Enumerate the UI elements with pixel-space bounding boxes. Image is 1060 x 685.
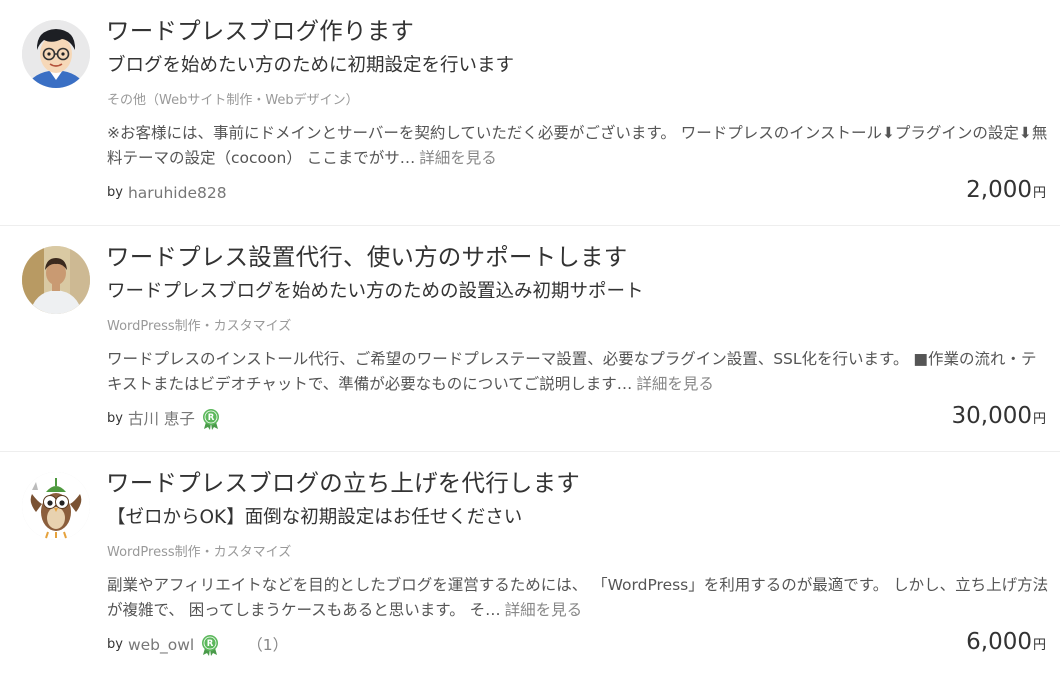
service-subtitle: ワードプレスブログを始めたい方のための設置込み初期サポート: [107, 281, 644, 302]
seller-name[interactable]: 古川 恵子: [128, 408, 195, 430]
badge-letter: R: [207, 639, 214, 649]
price-value: 2,000: [966, 177, 1032, 203]
seller-name[interactable]: haruhide828: [128, 182, 227, 204]
service-subtitle: ブログを始めたい方のために初期設定を行います: [107, 55, 515, 76]
seller-name[interactable]: web_owl: [128, 634, 194, 656]
rank-badge-icon: R: [200, 408, 222, 430]
service-card[interactable]: ワードプレス設置代行、使い方のサポートします ワードプレスブログを始めたい方のた…: [0, 226, 1060, 452]
service-description: ワードプレスのインストール代行、ご希望のワードプレステーマ設置、必要なプラグイン…: [107, 347, 1052, 397]
woman-photo-avatar-icon: [22, 246, 90, 314]
seller-info: by 古川 恵子 R: [107, 408, 222, 430]
by-label: by: [107, 411, 123, 426]
price: 2,000円: [966, 174, 1046, 210]
service-category: WordPress制作・カスタマイズ: [107, 545, 292, 560]
currency-label: 円: [1032, 412, 1046, 427]
currency-label: 円: [1032, 186, 1046, 201]
service-title[interactable]: ワードプレスブログの立ち上げを代行します: [106, 466, 580, 500]
service-description: ※お客様には、事前にドメインとサーバーを契約していただく必要がございます。 ワー…: [107, 121, 1052, 171]
rank-badge-icon: R: [199, 634, 221, 656]
service-category: WordPress制作・カスタマイズ: [107, 319, 292, 334]
service-card[interactable]: ワードプレスブログ作ります ブログを始めたい方のために初期設定を行います その他…: [0, 0, 1060, 226]
seller-info: by web_owl R （1）: [107, 634, 288, 656]
service-card[interactable]: ワードプレスブログの立ち上げを代行します 【ゼロからOK】面倒な初期設定はお任せ…: [0, 452, 1060, 678]
by-label: by: [107, 185, 123, 200]
price: 6,000円: [966, 626, 1046, 662]
price-value: 6,000: [966, 629, 1032, 655]
service-list: ワードプレスブログ作ります ブログを始めたい方のために初期設定を行います その他…: [0, 0, 1060, 678]
seller-info: by haruhide828: [107, 182, 227, 204]
view-details-link[interactable]: 詳細を見る: [505, 601, 583, 619]
description-text: ワードプレスのインストール代行、ご希望のワードプレステーマ設置、必要なプラグイン…: [107, 350, 1037, 393]
boy-with-glasses-avatar-icon: [22, 20, 90, 88]
avatar[interactable]: [22, 20, 90, 88]
service-category: その他（Webサイト制作・Webデザイン）: [107, 93, 359, 108]
by-label: by: [107, 637, 123, 652]
view-details-link[interactable]: 詳細を見る: [419, 149, 497, 167]
price-value: 30,000: [951, 403, 1032, 429]
service-title[interactable]: ワードプレス設置代行、使い方のサポートします: [106, 240, 627, 274]
avatar[interactable]: [22, 246, 90, 314]
view-details-link[interactable]: 詳細を見る: [636, 375, 714, 393]
service-subtitle: 【ゼロからOK】面倒な初期設定はお任せください: [107, 507, 523, 528]
service-description: 副業やアフィリエイトなどを目的としたブログを運営するためには、 「WordPre…: [107, 573, 1052, 623]
price: 30,000円: [952, 400, 1047, 436]
currency-label: 円: [1032, 638, 1046, 653]
description-text: ※お客様には、事前にドメインとサーバーを契約していただく必要がございます。 ワー…: [107, 124, 1048, 167]
service-title[interactable]: ワードプレスブログ作ります: [106, 14, 414, 48]
owl-character-avatar-icon: [22, 472, 90, 540]
badge-letter: R: [208, 413, 215, 423]
review-count[interactable]: （1）: [247, 634, 288, 656]
avatar[interactable]: [22, 472, 90, 540]
